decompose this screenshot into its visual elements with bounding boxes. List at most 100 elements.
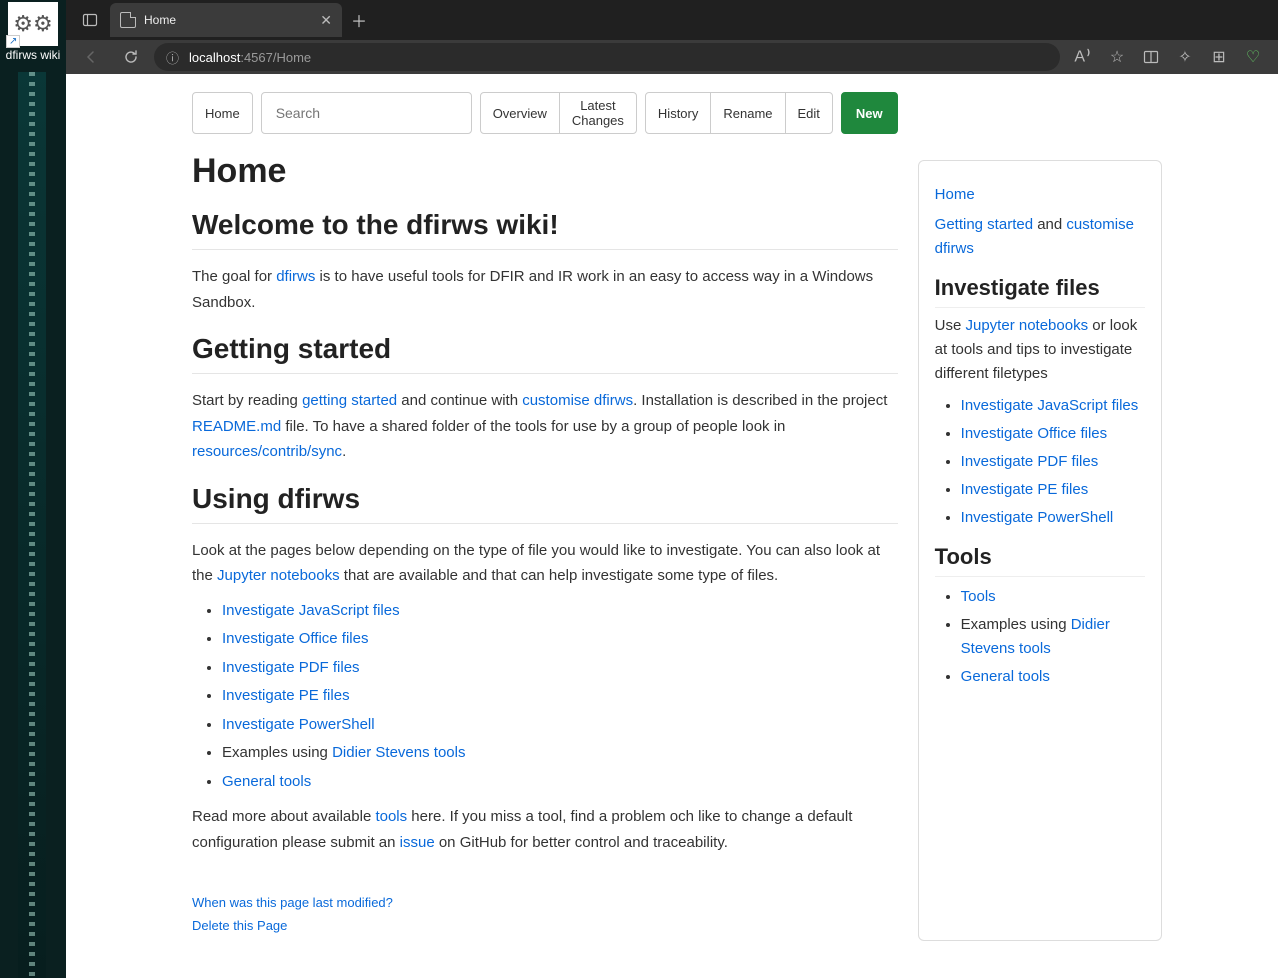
link-didier-stevens[interactable]: Didier Stevens tools — [332, 744, 465, 761]
sidebar: Home Getting started and customise dfirw… — [918, 160, 1162, 941]
heart-pulse-icon: ♡ — [1246, 47, 1260, 67]
split-screen-button[interactable] — [1134, 42, 1168, 72]
wiki-home-button[interactable]: Home — [192, 92, 253, 134]
sidebar-link-office[interactable]: Investigate Office files — [961, 425, 1107, 442]
link-investigate-ps[interactable]: Investigate PowerShell — [222, 716, 375, 733]
sidebar-link-getting-started[interactable]: Getting started — [935, 216, 1033, 233]
sidebar-link-js[interactable]: Investigate JavaScript files — [961, 397, 1139, 414]
sidebar-link-home[interactable]: Home — [935, 186, 975, 203]
list-item: Tools — [961, 585, 1145, 609]
list-item: Investigate JavaScript files — [961, 394, 1145, 418]
new-page-button[interactable]: New — [841, 92, 898, 134]
sidebar-link-general[interactable]: General tools — [961, 668, 1050, 685]
list-item: Investigate Office files — [961, 422, 1145, 446]
sidebar-link-tools[interactable]: Tools — [961, 588, 996, 605]
page-actions-group: History Rename Edit — [645, 92, 833, 134]
list-item: Investigate Office files — [222, 625, 898, 654]
link-investigate-js[interactable]: Investigate JavaScript files — [222, 602, 400, 619]
address-bar: ⓘ localhost:4567/Home A❫ ☆ ✧ ⊞ ♡ — [66, 40, 1278, 74]
link-investigate-pe[interactable]: Investigate PE files — [222, 687, 350, 704]
desktop-icon-label: dfirws wiki — [6, 48, 61, 62]
link-tools[interactable]: tools — [375, 808, 407, 825]
browser-window: Home ✕ ＋ ⓘ localhost:4567/Home A❫ ☆ ✧ ⊞ … — [66, 0, 1278, 978]
read-aloud-icon: A❫ — [1074, 48, 1091, 66]
link-general-tools[interactable]: General tools — [222, 773, 311, 790]
list-item: General tools — [961, 665, 1145, 689]
list-item: Investigate PE files — [222, 682, 898, 711]
star-icon: ☆ — [1110, 47, 1124, 67]
new-tab-button[interactable]: ＋ — [342, 3, 376, 37]
link-investigate-pdf[interactable]: Investigate PDF files — [222, 659, 360, 676]
favorite-button[interactable]: ☆ — [1100, 42, 1134, 72]
read-aloud-button[interactable]: A❫ — [1066, 42, 1100, 72]
overview-button[interactable]: Overview — [480, 92, 560, 134]
collections-button[interactable]: ⊞ — [1202, 42, 1236, 72]
getting-started-heading: Getting started — [192, 333, 898, 374]
wiki-toolbar: Home Overview Latest Changes History Ren… — [192, 92, 898, 134]
tab-strip: Home ✕ ＋ — [66, 0, 1278, 40]
link-getting-started[interactable]: getting started — [302, 392, 397, 409]
refresh-icon — [123, 49, 139, 65]
welcome-heading: Welcome to the dfirws wiki! — [192, 209, 898, 250]
gears-icon: ⚙⚙ ↗ — [8, 2, 58, 46]
list-item: Investigate PowerShell — [222, 711, 898, 740]
list-item: Investigate PE files — [961, 478, 1145, 502]
list-item: Examples using Didier Stevens tools — [961, 613, 1145, 661]
site-info-icon[interactable]: ⓘ — [166, 48, 179, 67]
desktop-shortcut-dfirws-wiki[interactable]: ⚙⚙ ↗ dfirws wiki — [2, 2, 64, 62]
link-readme[interactable]: README.md — [192, 418, 281, 435]
link-jupyter-notebooks[interactable]: Jupyter notebooks — [217, 567, 340, 584]
browser-essentials-button[interactable]: ♡ — [1236, 42, 1270, 72]
url-text: localhost:4567/Home — [189, 50, 311, 65]
link-last-modified[interactable]: When was this page last modified? — [192, 895, 898, 910]
link-issue[interactable]: issue — [400, 834, 435, 851]
edit-button[interactable]: Edit — [785, 92, 833, 134]
latest-changes-button[interactable]: Latest Changes — [559, 92, 637, 134]
goal-paragraph: The goal for dfirws is to have useful to… — [192, 264, 898, 315]
collections-icon: ⊞ — [1212, 47, 1225, 67]
close-tab-icon[interactable]: ✕ — [320, 12, 332, 29]
link-dfirws[interactable]: dfirws — [276, 268, 315, 285]
plus-icon: ＋ — [351, 8, 367, 32]
page-footer-links: When was this page last modified? Delete… — [192, 895, 898, 933]
using-intro-paragraph: Look at the pages below depending on the… — [192, 538, 898, 589]
list-item: Investigate JavaScript files — [222, 597, 898, 626]
main-content: Home Overview Latest Changes History Ren… — [192, 92, 898, 941]
list-item: Examples using Didier Stevens tools — [222, 739, 898, 768]
wiki-search-input[interactable] — [261, 92, 472, 134]
page-viewport: Home Overview Latest Changes History Ren… — [66, 74, 1278, 978]
sidebar-tools-list: Tools Examples using Didier Stevens tool… — [935, 585, 1145, 689]
link-resources-contrib-sync[interactable]: resources/contrib/sync — [192, 443, 342, 460]
sidebar-investigate-list: Investigate JavaScript files Investigate… — [935, 394, 1145, 530]
page-title: Home — [192, 152, 898, 191]
split-screen-icon — [1143, 49, 1159, 65]
page-icon — [120, 12, 136, 28]
link-customise-dfirws[interactable]: customise dfirws — [522, 392, 633, 409]
view-button-group: Overview Latest Changes — [480, 92, 637, 134]
link-delete-page[interactable]: Delete this Page — [192, 918, 898, 933]
browser-tab-home[interactable]: Home ✕ — [110, 3, 342, 37]
getting-started-paragraph: Start by reading getting started and con… — [192, 388, 898, 465]
sidebar-link-ps[interactable]: Investigate PowerShell — [961, 509, 1114, 526]
sidebar-heading-investigate: Investigate files — [935, 275, 1145, 308]
list-item: Investigate PDF files — [222, 654, 898, 683]
list-item: Investigate PowerShell — [961, 506, 1145, 530]
favorites-button[interactable]: ✧ — [1168, 42, 1202, 72]
readmore-paragraph: Read more about available tools here. If… — [192, 804, 898, 855]
favorites-icon: ✧ — [1178, 47, 1191, 67]
arrow-left-icon — [83, 49, 99, 65]
refresh-button[interactable] — [114, 42, 148, 72]
rename-button[interactable]: Rename — [710, 92, 785, 134]
using-dfirws-heading: Using dfirws — [192, 483, 898, 524]
sidebar-link-jupyter[interactable]: Jupyter notebooks — [966, 317, 1089, 334]
history-button[interactable]: History — [645, 92, 711, 134]
investigate-list: Investigate JavaScript files Investigate… — [192, 597, 898, 797]
sidebar-link-pe[interactable]: Investigate PE files — [961, 481, 1089, 498]
back-button[interactable] — [74, 42, 108, 72]
tab-actions-button[interactable] — [70, 3, 110, 37]
list-item: General tools — [222, 768, 898, 797]
sidebar-investigate-paragraph: Use Jupyter notebooks or look at tools a… — [935, 314, 1145, 386]
sidebar-link-pdf[interactable]: Investigate PDF files — [961, 453, 1099, 470]
link-investigate-office[interactable]: Investigate Office files — [222, 630, 368, 647]
url-box[interactable]: ⓘ localhost:4567/Home — [154, 43, 1060, 71]
